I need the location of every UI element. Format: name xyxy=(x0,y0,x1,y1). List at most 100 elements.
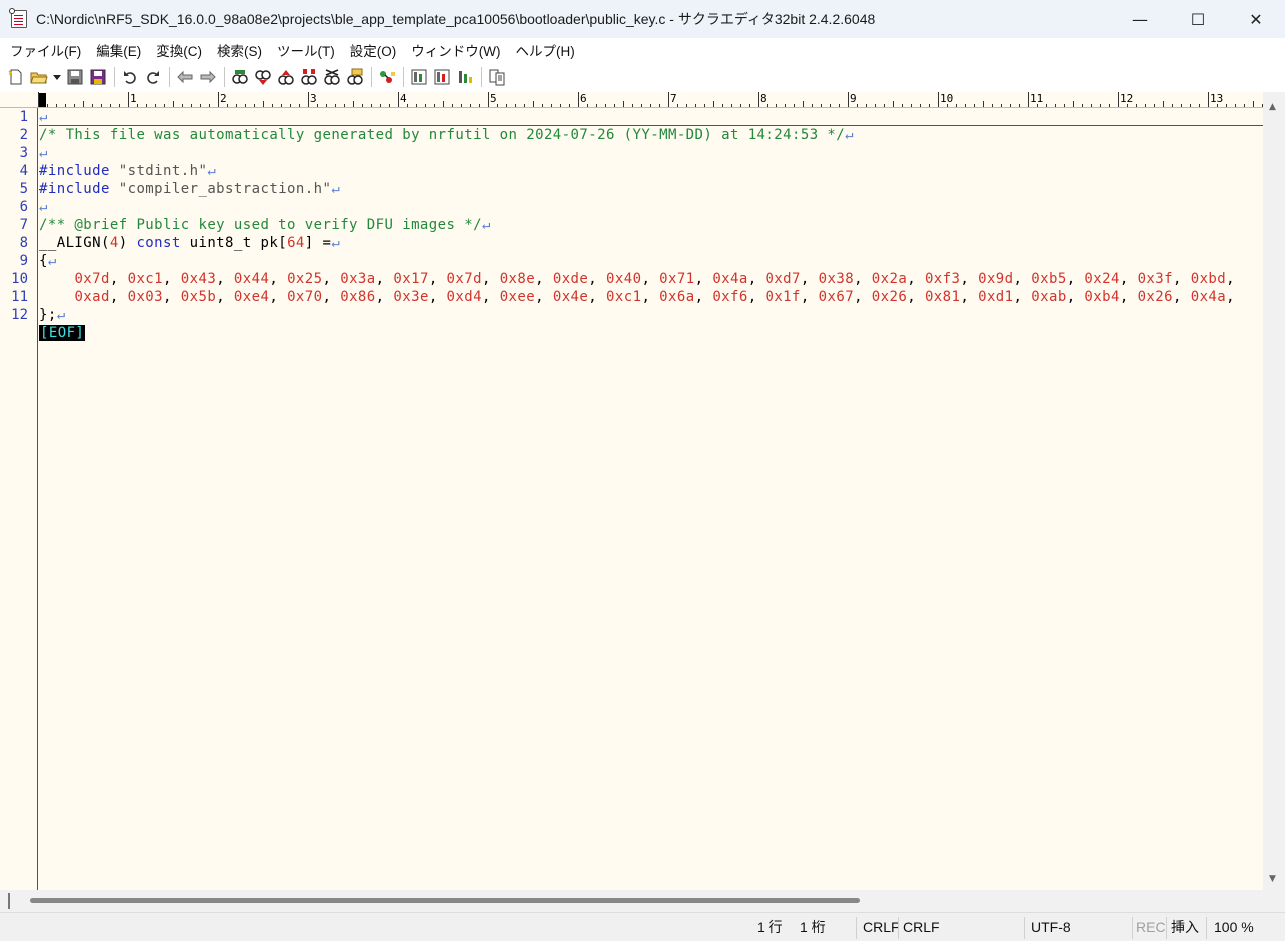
split-grip[interactable] xyxy=(8,893,10,909)
menu-convert[interactable]: 変換(C) xyxy=(150,40,211,60)
byte-value: 0xc1 xyxy=(606,289,642,305)
byte-value: 0xde xyxy=(552,271,589,287)
ruler-tick xyxy=(893,101,894,107)
byte-value: 0x40 xyxy=(606,271,642,287)
byte-value: 0x7d xyxy=(74,271,110,287)
save-all-icon[interactable] xyxy=(87,66,109,88)
ruler-track: 0 1 2 3 4 5 6 7 8 9 10 11 12 13 xyxy=(38,92,1263,107)
comma-separator: , xyxy=(481,289,500,305)
notepad-app-icon[interactable] xyxy=(9,8,27,28)
forward-icon[interactable] xyxy=(197,66,219,88)
byte-value: 0x71 xyxy=(659,271,695,287)
search-down-icon[interactable] xyxy=(252,66,274,88)
comma-separator: , xyxy=(907,289,925,305)
menu-search[interactable]: 検索(S) xyxy=(211,40,271,60)
compare-icon[interactable] xyxy=(486,66,508,88)
byte-value: 0x1f xyxy=(765,289,801,305)
byte-value: 0x26 xyxy=(871,289,908,305)
code-text-area[interactable]: ↵ /* This file was automatically generat… xyxy=(39,108,1263,890)
status-eol[interactable]: CRLF xyxy=(903,913,940,941)
search-icon[interactable] xyxy=(229,66,251,88)
maximize-button[interactable]: ☐ xyxy=(1169,0,1227,38)
tag-jump-icon[interactable] xyxy=(376,66,398,88)
comma-separator: , xyxy=(694,271,713,287)
status-encoding[interactable]: UTF-8 xyxy=(1031,913,1071,941)
status-zoom[interactable]: 100 % xyxy=(1214,913,1254,941)
horizontal-scrollbar[interactable] xyxy=(0,890,1285,912)
grep-replace-icon[interactable] xyxy=(431,66,453,88)
menu-tools[interactable]: ツール(T) xyxy=(271,40,344,60)
column-ruler[interactable]: 0 1 2 3 4 5 6 7 8 9 10 11 12 13 xyxy=(38,92,1263,108)
code-line-6: ↵ xyxy=(39,198,48,216)
save-icon[interactable] xyxy=(64,66,86,88)
replace-icon[interactable] xyxy=(321,66,343,88)
search-clear-icon[interactable] xyxy=(344,66,366,88)
ruler-tick xyxy=(1073,101,1074,107)
cr-mark: ↵ xyxy=(207,163,217,179)
byte-value: 0x67 xyxy=(818,289,855,305)
comma-separator: , xyxy=(747,271,766,287)
scroll-up-icon[interactable]: ▲ xyxy=(1269,102,1276,112)
byte-value: 0x4e xyxy=(552,289,589,305)
ruler-tick xyxy=(983,101,984,107)
ruler-label: 10 xyxy=(940,92,954,105)
byte-value: 0x9d xyxy=(978,271,1014,287)
menu-window[interactable]: ウィンドウ(W) xyxy=(405,40,509,60)
ruler-tick xyxy=(488,92,489,107)
status-rec[interactable]: REC xyxy=(1136,913,1166,941)
line-number: 10 xyxy=(11,271,28,287)
minimize-button[interactable]: — xyxy=(1111,0,1169,38)
comma-separator: , xyxy=(588,271,606,287)
menu-help[interactable]: ヘルプ(H) xyxy=(509,40,583,60)
horizontal-scroll-thumb[interactable] xyxy=(30,898,860,903)
comma-separator: , xyxy=(800,271,819,287)
back-icon[interactable] xyxy=(174,66,196,88)
ruler-tick xyxy=(1253,101,1254,107)
editor-area[interactable]: 0 1 2 3 4 5 6 7 8 9 10 11 12 13 1 2 3 4 5 6 7 8 9 10 11 12 ↵ /* … xyxy=(0,92,1263,890)
byte-value: 0x7d xyxy=(446,271,482,287)
cr-mark: ↵ xyxy=(47,253,57,269)
search-up-icon[interactable] xyxy=(275,66,297,88)
dropdown-arrow-icon[interactable] xyxy=(51,66,63,88)
code-token: __ALIGN( xyxy=(39,235,110,251)
ruler-tick xyxy=(1163,101,1164,107)
scroll-down-icon[interactable]: ▼ xyxy=(1269,874,1276,884)
ruler-label: 11 xyxy=(1030,92,1044,105)
comma-separator: , xyxy=(641,289,660,305)
search-marker-icon[interactable] xyxy=(298,66,320,88)
comma-separator: , xyxy=(854,289,872,305)
byte-value: 0x4a xyxy=(712,271,748,287)
status-divider xyxy=(856,917,857,939)
status-divider xyxy=(1024,917,1025,939)
ruler-tick xyxy=(578,92,579,107)
code-line-8: __ALIGN(4) const uint8_t pk[64] =↵ xyxy=(39,234,340,252)
menu-settings[interactable]: 設定(O) xyxy=(344,40,406,60)
status-eol-input[interactable]: CRLF xyxy=(863,913,900,941)
byte-value: 0xe4 xyxy=(233,289,270,305)
menu-file[interactable]: ファイル(F) xyxy=(4,40,90,60)
generated-comment: /* This file was automatically generated… xyxy=(39,127,846,143)
close-button[interactable]: ✕ xyxy=(1227,0,1285,38)
redo-icon[interactable] xyxy=(142,66,164,88)
status-divider xyxy=(1206,917,1207,939)
ruler-label: 4 xyxy=(400,92,407,105)
grep-icon[interactable] xyxy=(408,66,430,88)
code-token: ] = xyxy=(304,235,332,251)
open-file-icon[interactable] xyxy=(28,66,50,88)
byte-value: 0x6a xyxy=(659,289,695,305)
line-number-gutter[interactable]: 1 2 3 4 5 6 7 8 9 10 11 12 xyxy=(0,108,38,890)
ruler-label: 9 xyxy=(850,92,857,105)
undo-icon[interactable] xyxy=(119,66,141,88)
status-insert-mode[interactable]: 挿入 xyxy=(1171,913,1199,941)
outline-icon[interactable] xyxy=(454,66,476,88)
vertical-scrollbar[interactable]: ▲ ▼ xyxy=(1263,92,1285,890)
new-file-icon[interactable] xyxy=(5,66,27,88)
comma-separator: , xyxy=(269,271,288,287)
byte-value: 0x8e xyxy=(499,271,536,287)
byte-value: 0xd4 xyxy=(446,289,482,305)
byte-value: 0x43 xyxy=(180,271,217,287)
menu-edit[interactable]: 編集(E) xyxy=(90,40,150,60)
toolbar-separator xyxy=(114,67,115,87)
ruler-tick xyxy=(308,92,309,107)
